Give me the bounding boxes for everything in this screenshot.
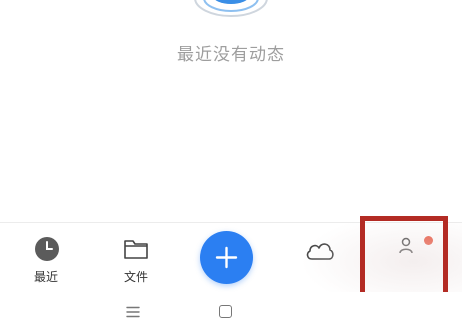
tab-recent-label: 最近 [33, 270, 58, 284]
tab-recent[interactable]: 最近 [14, 223, 78, 293]
menu-icon[interactable] [126, 306, 140, 318]
folder-icon [124, 240, 148, 259]
plus-icon [215, 246, 238, 269]
clock-icon [35, 237, 59, 261]
tab-files[interactable]: 文件 [104, 223, 168, 293]
empty-activity-illustration [194, 0, 268, 17]
tab-files-label: 文件 [123, 270, 148, 284]
add-button[interactable] [200, 231, 253, 284]
home-icon[interactable] [219, 305, 232, 318]
system-navigation-bar [0, 292, 462, 336]
empty-state-message: 最近没有动态 [177, 45, 285, 65]
